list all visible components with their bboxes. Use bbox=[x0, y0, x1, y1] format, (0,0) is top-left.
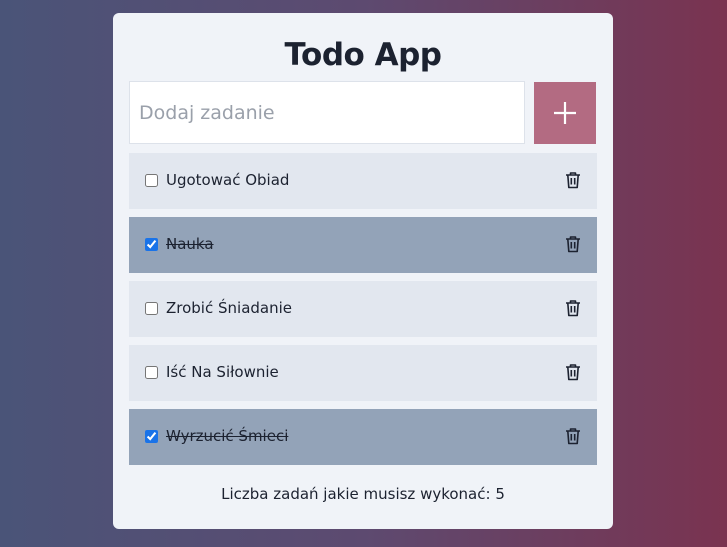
trash-icon[interactable] bbox=[565, 363, 581, 381]
task-checkbox[interactable] bbox=[145, 302, 158, 315]
task-checkbox[interactable] bbox=[145, 174, 158, 187]
task-checkbox[interactable] bbox=[145, 430, 158, 443]
task-list: Ugotować Obiad Nauka Zrobić Śniadanie Iś… bbox=[129, 153, 597, 473]
task-label: Zrobić Śniadanie bbox=[166, 299, 292, 317]
remaining-count: Liczba zadań jakie musisz wykonać: 5 bbox=[221, 485, 505, 503]
task-checkbox[interactable] bbox=[145, 366, 158, 379]
list-item: Wyrzucić Śmieci bbox=[129, 409, 597, 465]
task-checkbox[interactable] bbox=[145, 238, 158, 251]
list-item: Iść Na Siłownie bbox=[129, 345, 597, 401]
trash-icon[interactable] bbox=[565, 171, 581, 189]
list-item: Nauka bbox=[129, 217, 597, 273]
trash-icon[interactable] bbox=[565, 427, 581, 445]
task-label: Iść Na Siłownie bbox=[166, 363, 279, 381]
trash-icon[interactable] bbox=[565, 299, 581, 317]
plus-icon bbox=[554, 102, 576, 124]
new-task-input[interactable] bbox=[129, 81, 525, 144]
task-label: Wyrzucić Śmieci bbox=[166, 427, 289, 445]
list-item: Ugotować Obiad bbox=[129, 153, 597, 209]
list-item: Zrobić Śniadanie bbox=[129, 281, 597, 337]
task-label: Nauka bbox=[166, 235, 214, 253]
page-title: Todo App bbox=[284, 37, 442, 73]
add-task-button[interactable] bbox=[534, 82, 596, 144]
trash-icon[interactable] bbox=[565, 235, 581, 253]
todo-card: Todo App Ugotować Obiad Nauka Zrobić Śni… bbox=[113, 13, 613, 529]
task-label: Ugotować Obiad bbox=[166, 171, 290, 189]
